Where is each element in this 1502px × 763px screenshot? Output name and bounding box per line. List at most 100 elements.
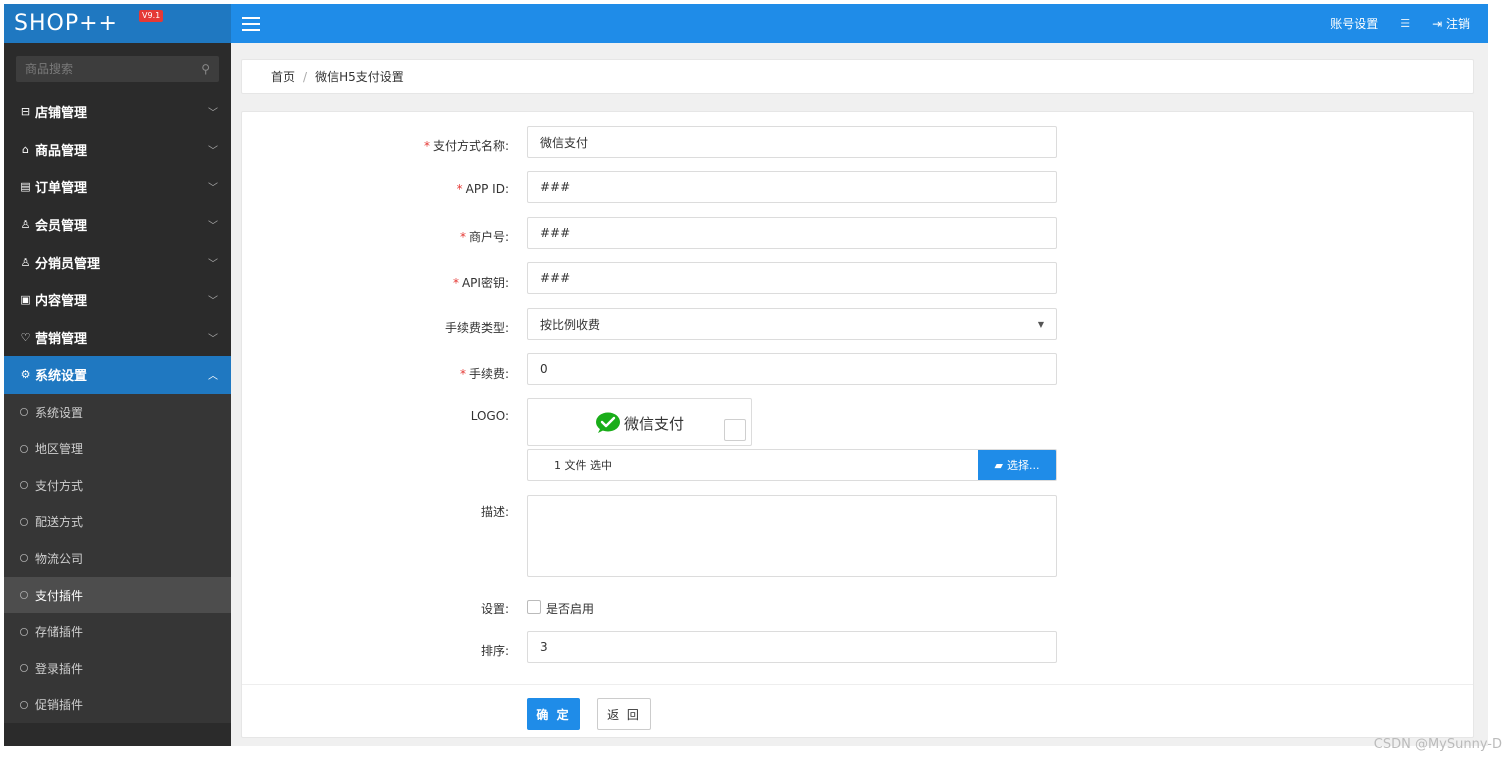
sidebar-item-label: 店铺管理 [35, 106, 88, 122]
logout-link[interactable]: ⇥ 注销 [1432, 15, 1470, 32]
sidebar-item-5[interactable]: ▣ 内容管理 ﹀ [4, 281, 231, 319]
circle-icon [20, 481, 28, 490]
submenu-item-0[interactable]: 系统设置 [4, 394, 231, 431]
store-icon: ⊟ [20, 105, 31, 119]
submenu-item-6[interactable]: 存储插件 [4, 613, 231, 650]
circle-icon [20, 700, 28, 709]
breadcrumb-current: 微信H5支付设置 [315, 70, 404, 84]
circle-icon [20, 408, 28, 417]
wechat-pay-logo: 微信支付 [595, 412, 684, 434]
merchant-no-input[interactable]: ### [527, 217, 1057, 249]
app-id-label: * APP ID: [456, 182, 509, 196]
chevron-down-icon: ﹀ [208, 221, 218, 233]
submenu-item-1[interactable]: 地区管理 [4, 430, 231, 467]
file-upload: 1 文件 选中 ▰ 选择... [527, 449, 1057, 481]
submenu-item-2[interactable]: 支付方式 [4, 467, 231, 504]
submenu-item-4[interactable]: 物流公司 [4, 540, 231, 577]
logo-label: LOGO: [470, 409, 509, 423]
sidebar-item-label: 分销员管理 [35, 256, 101, 272]
submenu-item-label: 支付插件 [35, 588, 84, 603]
submenu-item-label: 物流公司 [35, 551, 84, 566]
submenu-item-label: 登录插件 [35, 661, 84, 676]
payment-name-input[interactable]: 微信支付 [527, 126, 1057, 158]
logout-icon: ⇥ [1432, 17, 1443, 31]
sidebar-item-7[interactable]: ⚙ 系统设置 ︿ [4, 356, 231, 394]
main-content: 首页 / 微信H5支付设置 * 支付方式名称: 微信支付 * APP ID: ###… [231, 43, 1488, 746]
choose-file-button[interactable]: ▰ 选择... [978, 450, 1056, 480]
choose-file-label: 选择... [1006, 459, 1040, 472]
fee-type-select[interactable]: 按比例收费 ▼ [527, 308, 1057, 340]
circle-icon [20, 554, 28, 563]
submenu-item-label: 系统设置 [35, 405, 84, 420]
submenu-item-3[interactable]: 配送方式 [4, 504, 231, 541]
document-icon: ▣ [20, 293, 31, 307]
circle-icon [20, 444, 28, 453]
sidebar-item-3[interactable]: ♙ 会员管理 ﹀ [4, 206, 231, 244]
search-input[interactable] [25, 62, 202, 76]
sidebar-item-label: 系统设置 [35, 369, 88, 385]
chevron-down-icon: ﹀ [208, 333, 218, 345]
submenu-item-label: 促销插件 [35, 698, 84, 713]
wechat-pay-text: 微信支付 [624, 414, 685, 433]
sidebar-item-label: 商品管理 [35, 143, 88, 159]
bag-icon: ⌂ [22, 142, 29, 156]
hamburger-menu-icon[interactable] [242, 16, 260, 31]
sidebar-item-4[interactable]: ♙ 分销员管理 ﹀ [4, 243, 231, 281]
submenu-item-label: 地区管理 [35, 442, 84, 457]
order-label: 排序: [480, 644, 509, 658]
breadcrumb: 首页 / 微信H5支付设置 [241, 59, 1474, 94]
submenu-item-8[interactable]: 促销插件 [4, 687, 231, 724]
account-settings-link[interactable]: 账号设置 [1330, 15, 1378, 32]
submenu-item-label: 配送方式 [35, 515, 84, 530]
brand-logo: SHOP++ [14, 11, 118, 36]
fee-type-value: 按比例收费 [540, 317, 601, 332]
gear-icon: ⚙ [20, 368, 31, 382]
dropdown-arrow-icon: ▼ [1037, 319, 1044, 329]
enable-checkbox-label[interactable]: 是否启用 [546, 600, 594, 617]
breadcrumb-separator: / [303, 69, 308, 84]
form-panel: * 支付方式名称: 微信支付 * APP ID: ### * 商户号: ### * AP… [241, 111, 1474, 738]
circle-icon [20, 627, 28, 636]
submenu-item-5[interactable]: 支付插件 [4, 576, 231, 614]
order-input[interactable]: 3 [527, 631, 1057, 663]
name-label: * 支付方式名称: [423, 139, 509, 153]
top-right-actions: 账号设置 ☰ ⇥ 注销 [1330, 15, 1488, 32]
chevron-down-icon: ﹀ [208, 258, 218, 270]
brand-header[interactable]: SHOP++ V9.1 [4, 4, 231, 43]
list-icon[interactable]: ☰ [1400, 17, 1410, 30]
form-divider [242, 684, 1473, 685]
sidebar-item-label: 订单管理 [35, 181, 88, 197]
chevron-down-icon: ﹀ [208, 145, 218, 157]
sidebar-item-label: 会员管理 [35, 219, 88, 235]
sidebar-item-1[interactable]: ⌂ 商品管理 ﹀ [4, 131, 231, 169]
app-frame: SHOP++ V9.1 ⚲ ⊟ 店铺管理 ﹀ ⌂ 商品管理 ﹀ ▤ 订单管理 ﹀ ♙ 会员管理 ﹀ ♙ 分… [4, 4, 1488, 746]
chevron-down-icon: ﹀ [208, 183, 218, 195]
search-container: ⚲ [4, 43, 231, 93]
breadcrumb-home[interactable]: 首页 [271, 68, 295, 85]
submit-button[interactable]: 确 定 [527, 698, 580, 730]
sidebar-item-2[interactable]: ▤ 订单管理 ﹀ [4, 168, 231, 206]
chevron-down-icon: ﹀ [208, 296, 218, 308]
fee-label: * 手续费: [459, 367, 509, 381]
sidebar-item-6[interactable]: ♡ 营销管理 ﹀ [4, 319, 231, 357]
sidebar-item-0[interactable]: ⊟ 店铺管理 ﹀ [4, 93, 231, 131]
description-textarea[interactable] [527, 495, 1057, 577]
chevron-up-icon: ︿ [208, 371, 218, 383]
logo-delete-checkbox[interactable] [724, 419, 746, 441]
app-id-input[interactable]: ### [527, 171, 1057, 203]
version-badge: V9.1 [139, 10, 164, 22]
merchant-no-label: * 商户号: [459, 230, 509, 244]
enable-checkbox[interactable] [527, 600, 541, 614]
fee-type-label: 手续费类型: [444, 321, 509, 335]
search-icon[interactable]: ⚲ [201, 62, 210, 76]
sidebar-item-label: 内容管理 [35, 294, 88, 310]
sidebar: SHOP++ V9.1 ⚲ ⊟ 店铺管理 ﹀ ⌂ 商品管理 ﹀ ▤ 订单管理 ﹀ ♙ 会员管理 ﹀ ♙ 分… [4, 4, 231, 746]
fee-input[interactable]: 0 [527, 353, 1057, 385]
required-mark: * [459, 367, 466, 381]
required-mark: * [452, 276, 459, 290]
circle-icon [20, 664, 28, 673]
api-key-input[interactable]: ### [527, 262, 1057, 294]
back-button[interactable]: 返 回 [597, 698, 651, 730]
submenu-item-7[interactable]: 登录插件 [4, 650, 231, 687]
sidebar-item-label: 营销管理 [35, 331, 88, 347]
